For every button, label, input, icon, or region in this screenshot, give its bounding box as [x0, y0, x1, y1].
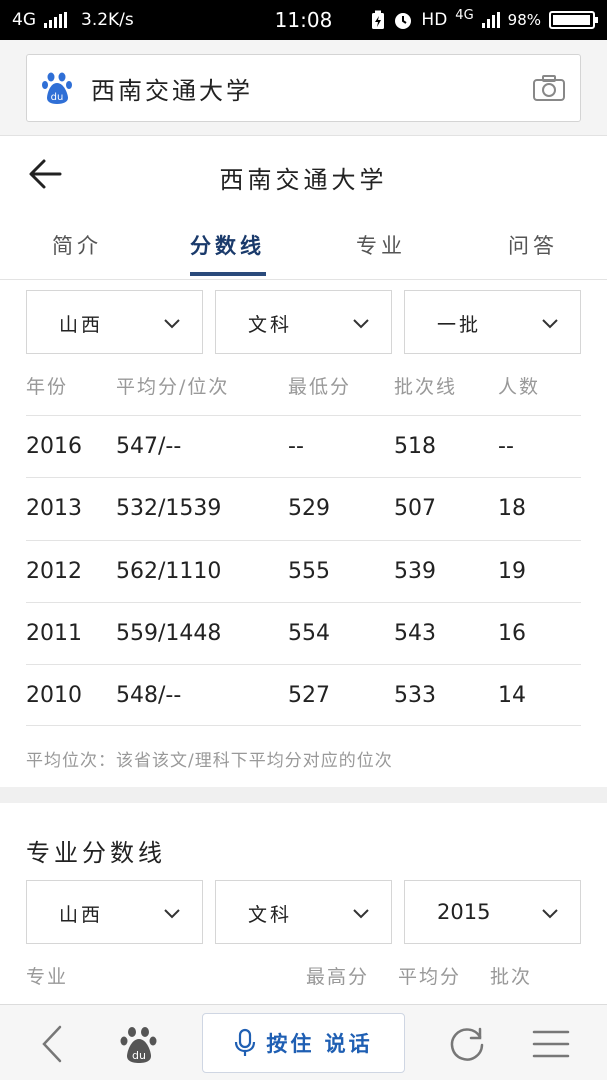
tab-qa[interactable]: 问答 [508, 230, 558, 260]
bottom-navigation: du 按住 说话 [0, 1004, 607, 1080]
cell-batch-line: 518 [394, 434, 436, 459]
cell-year: 2010 [26, 683, 82, 708]
cell-count: -- [498, 434, 514, 459]
charging-icon [372, 10, 385, 29]
section-title-major-scores: 专业分数线 [26, 839, 166, 867]
cell-avg-rank: 547/-- [116, 434, 182, 459]
svg-text:du: du [132, 1049, 146, 1062]
page-title: 西南交通大学 [219, 166, 388, 194]
network-speed: 3.2K/s [81, 10, 134, 30]
cell-avg-rank: 548/-- [116, 683, 182, 708]
major-province-select-value: 山西 [59, 904, 104, 926]
cell-avg-rank: 532/1539 [116, 496, 222, 521]
section-divider [0, 787, 607, 803]
chevron-down-icon [164, 319, 180, 329]
battery-level [553, 15, 591, 25]
major-year-select-value: 2015 [437, 900, 491, 924]
cell-min-score: 555 [288, 559, 330, 584]
tab-majors[interactable]: 专业 [356, 230, 406, 260]
major-subject-select[interactable]: 文科 [215, 880, 392, 944]
chevron-down-icon [542, 319, 558, 329]
table-row: 2016 547/-- -- 518 -- [26, 415, 581, 477]
chevron-down-icon [353, 319, 369, 329]
svg-text:du: du [51, 92, 64, 103]
cell-min-score: 554 [288, 621, 330, 646]
back-chevron-icon[interactable] [32, 1023, 74, 1065]
alarm-icon [395, 13, 412, 29]
microphone-icon [235, 1028, 256, 1056]
column-header-major: 专业 [26, 966, 69, 988]
table-row: 2013 532/1539 529 507 18 [26, 477, 581, 539]
chevron-down-icon [353, 909, 369, 919]
cell-count: 19 [498, 559, 526, 584]
status-bar: 4G 3.2K/s 11:08 HD 4G 98% [0, 0, 607, 40]
hd-label: HD [421, 10, 448, 30]
menu-icon[interactable] [530, 1023, 572, 1065]
active-tab-indicator [190, 272, 266, 276]
battery-icon [549, 11, 598, 29]
column-header-year: 年份 [26, 376, 69, 398]
province-select-value: 山西 [59, 314, 104, 336]
tab-bar: 简介 分数线 专业 问答 [0, 216, 607, 280]
refresh-icon[interactable] [446, 1023, 488, 1065]
battery-percent: 98% [507, 11, 541, 29]
table-footnote: 平均位次：该省该文/理科下平均分对应的位次 [26, 751, 393, 771]
cell-avg-rank: 559/1448 [116, 621, 222, 646]
baidu-home-icon[interactable]: du [118, 1023, 160, 1065]
batch-select-value: 一批 [437, 314, 482, 336]
table-row: 2011 559/1448 554 543 16 [26, 602, 581, 664]
page-header: 西南交通大学 [0, 136, 607, 216]
baidu-logo-icon: du [42, 72, 72, 104]
column-header-batch: 批次 [490, 966, 533, 988]
column-header-min-score: 最低分 [288, 376, 352, 398]
subject-select-value: 文科 [248, 314, 293, 336]
chevron-down-icon [164, 909, 180, 919]
cell-batch-line: 507 [394, 496, 436, 521]
column-header-batch-line: 批次线 [394, 376, 458, 398]
cell-avg-rank: 562/1110 [116, 559, 222, 584]
camera-icon[interactable] [532, 74, 566, 102]
column-header-avg-rank: 平均分/位次 [116, 376, 230, 398]
cell-year: 2013 [26, 496, 82, 521]
cell-year: 2016 [26, 434, 82, 459]
cell-batch-line: 543 [394, 621, 436, 646]
cell-count: 14 [498, 683, 526, 708]
voice-input-button[interactable]: 按住 说话 [202, 1013, 405, 1073]
cell-year: 2011 [26, 621, 82, 646]
network-right-label: 4G [455, 7, 474, 23]
status-left: 4G 3.2K/s [12, 10, 134, 30]
subject-select[interactable]: 文科 [215, 290, 392, 354]
cell-min-score: 527 [288, 683, 330, 708]
tab-score-line[interactable]: 分数线 [190, 230, 265, 260]
search-input[interactable]: du 西南交通大学 [26, 54, 581, 122]
chevron-down-icon [542, 909, 558, 919]
batch-select[interactable]: 一批 [404, 290, 581, 354]
cell-count: 16 [498, 621, 526, 646]
status-right: HD 4G 98% [371, 7, 598, 30]
cell-batch-line: 539 [394, 559, 436, 584]
search-query-text: 西南交通大学 [91, 76, 253, 105]
column-header-avg-score: 平均分 [398, 966, 462, 988]
column-header-count: 人数 [498, 376, 541, 398]
signal-right-icon [481, 12, 500, 28]
voice-button-label: 按住 说话 [266, 1032, 373, 1056]
major-subject-select-value: 文科 [248, 904, 293, 926]
network-label: 4G [12, 10, 36, 30]
major-province-select[interactable]: 山西 [26, 880, 203, 944]
tab-intro[interactable]: 简介 [52, 230, 102, 260]
province-select[interactable]: 山西 [26, 290, 203, 354]
cell-count: 18 [498, 496, 526, 521]
major-year-select[interactable]: 2015 [404, 880, 581, 944]
cell-batch-line: 533 [394, 683, 436, 708]
cell-min-score: 529 [288, 496, 330, 521]
table-row: 2012 562/1110 555 539 19 [26, 540, 581, 602]
signal-icon [44, 12, 67, 28]
cell-year: 2012 [26, 559, 82, 584]
cell-min-score: -- [288, 434, 304, 459]
column-header-max-score: 最高分 [306, 966, 370, 988]
search-bar-area: du 西南交通大学 [0, 40, 607, 136]
table-row: 2010 548/-- 527 533 14 [26, 664, 581, 726]
